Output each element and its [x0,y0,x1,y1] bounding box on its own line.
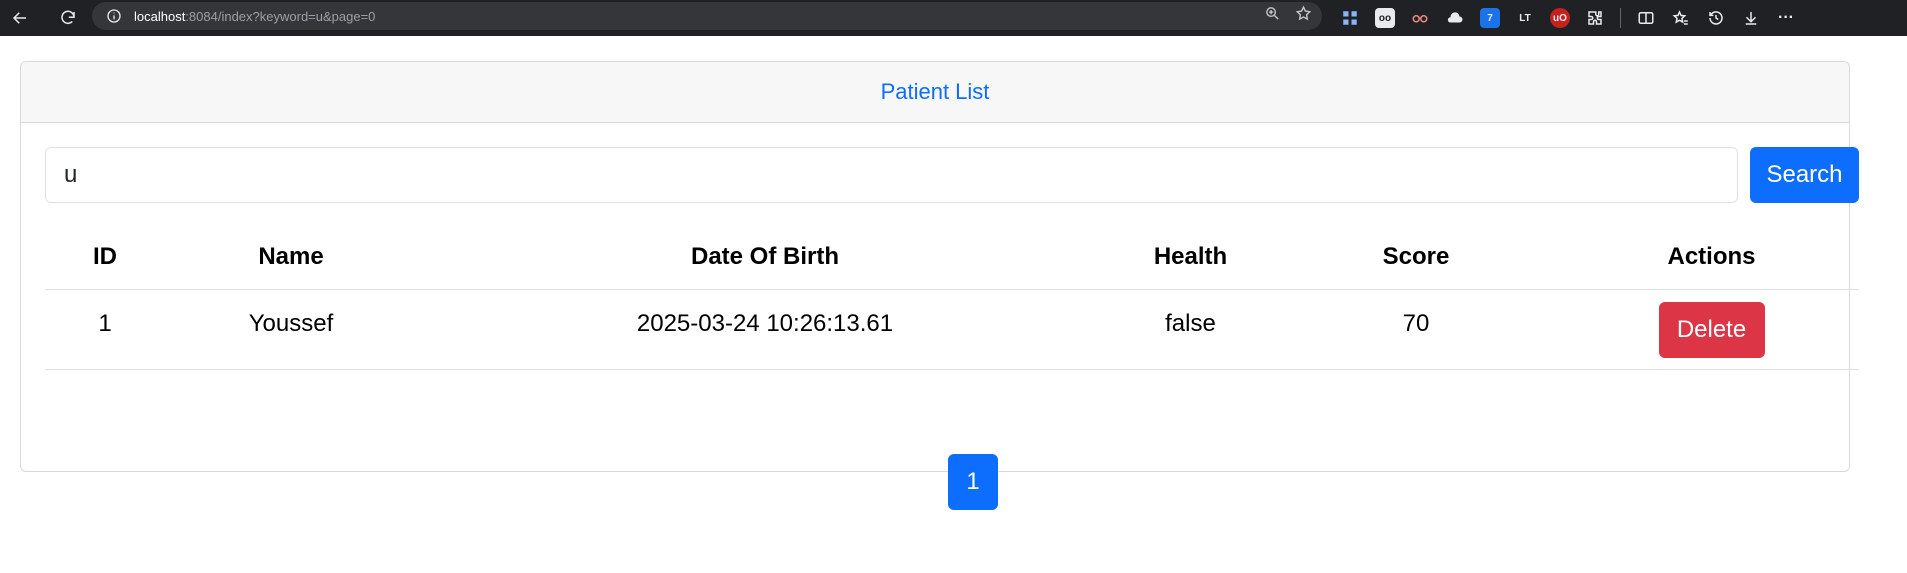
cell-id: 1 [45,289,165,370]
download-icon[interactable] [1741,8,1761,28]
zoom-icon[interactable] [1264,5,1281,27]
more-options-icon[interactable]: ··· [1776,8,1796,28]
search-input[interactable] [45,147,1738,203]
header-date-of-birth: Date Of Birth [417,225,1113,290]
reload-icon[interactable] [52,4,84,32]
table-row: 1 Youssef 2025-03-24 10:26:13.61 false 7… [45,289,1859,370]
search-form: Search [45,147,1859,203]
cell-name: Youssef [165,289,417,370]
split-screen-icon[interactable] [1636,8,1656,28]
history-icon[interactable] [1706,8,1726,28]
search-button[interactable]: Search [1750,147,1859,203]
delete-button[interactable]: Delete [1658,301,1765,358]
toolbar-divider [1620,8,1621,28]
extension-robot-icon[interactable]: oo [1375,8,1395,28]
header-score: Score [1268,225,1564,290]
cell-score: 70 [1268,289,1564,370]
back-icon[interactable] [4,4,36,32]
url-host: localhost [134,8,186,24]
table-header-row: ID Name Date Of Birth Health Score Actio… [45,225,1859,290]
header-health: Health [1113,225,1268,290]
extension-ublock-icon[interactable]: uO [1550,8,1570,28]
cell-date-of-birth: 2025-03-24 10:26:13.61 [417,289,1113,370]
browser-toolbar: localhost:8084/index?keyword=u&page=0 oo… [0,0,1907,36]
address-bar[interactable]: localhost:8084/index?keyword=u&page=0 [92,2,1322,30]
header-actions: Actions [1564,225,1859,290]
extension-glasses-icon[interactable] [1410,8,1430,28]
extensions-puzzle-icon[interactable] [1585,8,1605,28]
pagination-page-1[interactable]: 1 [948,454,998,510]
favorite-star-icon[interactable] [1295,5,1312,27]
patient-table: ID Name Date Of Birth Health Score Actio… [45,225,1859,370]
cell-health: false [1113,289,1268,370]
header-name: Name [165,225,417,290]
page-title: Patient List [880,79,990,104]
extension-shield-icon[interactable]: 7 [1480,8,1500,28]
info-icon[interactable] [106,8,122,24]
card-header: Patient List [21,62,1849,123]
url-text: localhost:8084/index?keyword=u&page=0 [134,9,375,24]
url-path: :8084/index?keyword=u&page=0 [185,8,376,24]
extension-translate-icon[interactable]: LT [1515,8,1535,28]
patient-list-card: Patient List Search ID Name Date Of Birt… [20,61,1859,510]
favorites-icon[interactable] [1671,8,1691,28]
cell-actions: Delete [1564,289,1859,370]
extension-cloud-icon[interactable] [1445,8,1465,28]
header-id: ID [45,225,165,290]
extension-grid-icon[interactable] [1340,8,1360,28]
